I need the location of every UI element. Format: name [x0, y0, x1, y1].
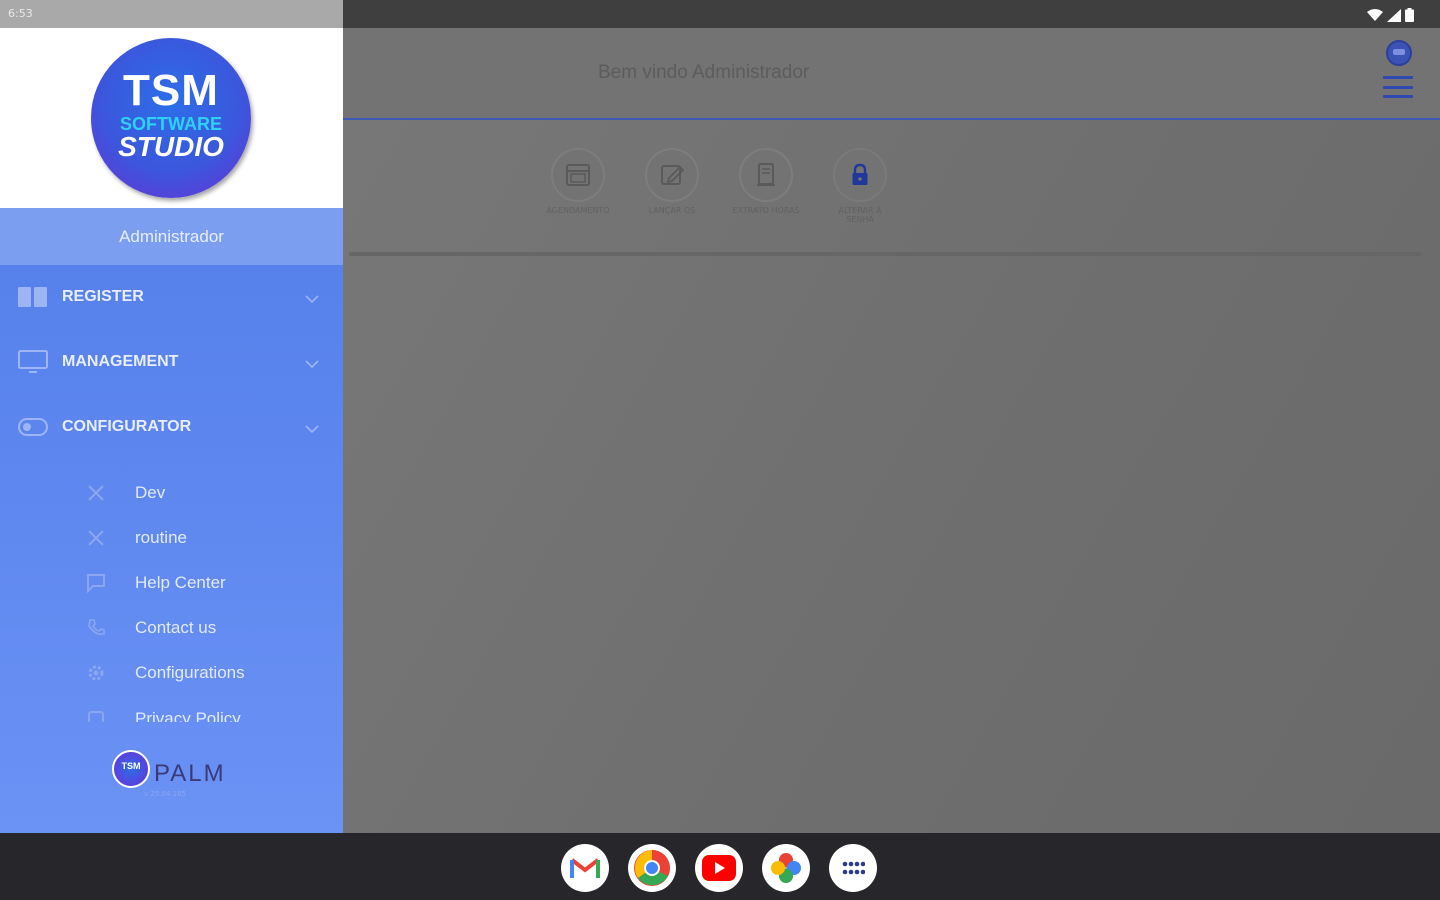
edit-icon	[645, 148, 699, 202]
shortcut-bar: AGENDAMENTO LANÇAR OS EXTRATO HORAS ALTE…	[538, 148, 900, 224]
tools-icon	[86, 528, 106, 548]
menu-configurator[interactable]: CONFIGURATOR	[0, 407, 343, 447]
signal-icon	[1387, 7, 1401, 26]
shortcut-label: AGENDAMENTO	[546, 206, 610, 215]
status-bar: 6:53	[0, 0, 1440, 28]
shortcut-agendamento[interactable]: AGENDAMENTO	[538, 148, 618, 224]
chat-icon	[86, 573, 106, 594]
submenu-routine[interactable]: routine	[0, 520, 343, 556]
android-taskbar	[0, 833, 1440, 900]
wifi-icon	[1367, 7, 1383, 26]
toggle-icon	[18, 416, 48, 438]
tools-icon	[86, 483, 106, 503]
shortcut-label: ALTERAR A SENHA	[838, 206, 882, 224]
document-icon	[739, 148, 793, 202]
logo-line-3: STUDIO	[118, 131, 224, 162]
system-icons	[1367, 7, 1414, 26]
content-divider	[349, 252, 1421, 256]
book-icon	[18, 286, 48, 308]
palm-badge: TSM	[112, 750, 150, 788]
palm-brand-footer: TSM PALM v 25.04.185	[112, 750, 232, 800]
shortcut-lancar-os[interactable]: LANÇAR OS	[632, 148, 712, 224]
tsm-logo: TSM SOFTWARE STUDIO	[91, 38, 251, 198]
menu-configurator-label: CONFIGURATOR	[62, 418, 192, 435]
photos-icon[interactable]	[762, 844, 810, 892]
tsm-avatar-icon[interactable]	[1386, 40, 1412, 66]
phone-icon	[86, 618, 106, 638]
shortcut-extrato-horas[interactable]: EXTRATO HORAS	[726, 148, 806, 224]
hamburger-menu-icon[interactable]	[1383, 76, 1413, 98]
menu-management[interactable]: MANAGEMENT	[0, 342, 343, 382]
drawer-header: TSM SOFTWARE STUDIO	[0, 28, 343, 208]
submenu-label: Configurations	[135, 663, 245, 682]
menu-register-label: REGISTER	[62, 288, 144, 305]
lock-icon	[833, 148, 887, 202]
submenu-label: Help Center	[135, 573, 226, 592]
shortcut-label: EXTRATO HORAS	[732, 206, 800, 215]
palm-wordmark: PALM	[154, 760, 226, 787]
submenu-help-center[interactable]: Help Center	[0, 565, 343, 601]
app-drawer-icon[interactable]	[829, 844, 877, 892]
shortcut-label: LANÇAR OS	[648, 206, 696, 215]
menu-management-label: MANAGEMENT	[62, 353, 179, 370]
submenu-label: Privacy Policy	[135, 709, 241, 722]
chevron-down-icon	[305, 354, 319, 373]
status-time: 6:53	[8, 7, 33, 20]
logo-line-1: TSM	[123, 66, 219, 115]
gear-icon	[86, 663, 106, 683]
submenu-contact-us[interactable]: Contact us	[0, 610, 343, 646]
calendar-icon	[551, 148, 605, 202]
top-app-bar: Bem vindo Administrador	[343, 28, 1440, 120]
navigation-drawer: TSM SOFTWARE STUDIO Administrador REGIST…	[0, 28, 343, 833]
submenu-label: Contact us	[135, 618, 217, 637]
submenu-label: Dev	[135, 483, 166, 502]
chevron-down-icon	[305, 289, 319, 308]
user-name: Administrador	[0, 208, 343, 265]
shield-icon	[86, 710, 106, 722]
monitor-icon	[18, 350, 48, 373]
gmail-icon[interactable]	[561, 844, 609, 892]
status-bar-drawer-section	[0, 0, 343, 28]
submenu-dev[interactable]: Dev	[0, 475, 343, 511]
submenu-privacy-policy[interactable]: Privacy Policy	[0, 708, 343, 722]
battery-icon	[1405, 7, 1414, 26]
submenu-configurations[interactable]: Configurations	[0, 655, 343, 691]
chrome-icon[interactable]	[628, 844, 676, 892]
chevron-down-icon	[305, 419, 319, 438]
main-content[interactable]: Bem vindo Administrador AGENDAMENTO LANÇ…	[343, 28, 1440, 833]
taskbar-apps	[561, 844, 877, 892]
app-version: v 25.04.185	[144, 790, 186, 798]
menu-register[interactable]: REGISTER	[0, 277, 343, 317]
welcome-title: Bem vindo Administrador	[598, 62, 810, 83]
submenu-label: routine	[135, 528, 187, 547]
shortcut-alterar-senha[interactable]: ALTERAR A SENHA	[820, 148, 900, 224]
youtube-icon[interactable]	[695, 844, 743, 892]
